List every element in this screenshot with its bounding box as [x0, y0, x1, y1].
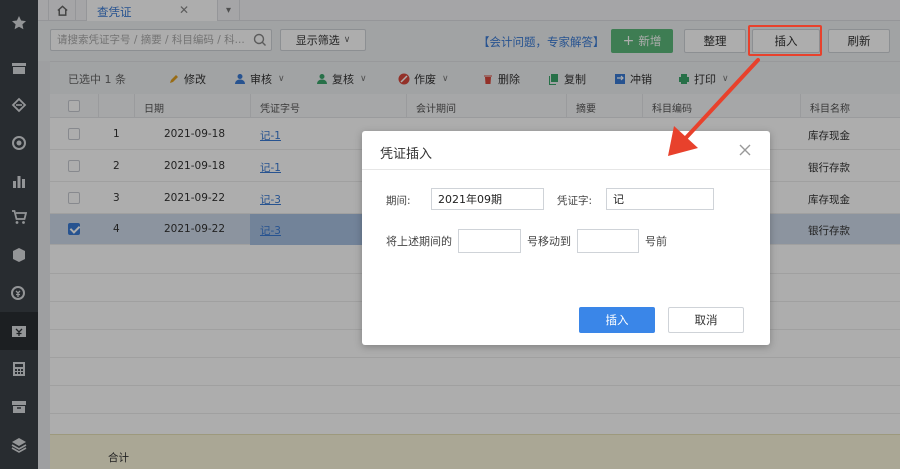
- period-field[interactable]: [431, 188, 544, 210]
- period-label: 期间:: [386, 195, 411, 207]
- dialog-title: 凭证插入: [380, 147, 433, 162]
- move-suffix-label: 号前: [645, 235, 667, 248]
- annotation-highlight-box: [748, 25, 822, 56]
- voucher-insert-dialog: 凭证插入 期间: 凭证字: 将上述期间的 号移动到 号前 插入 取消: [362, 131, 770, 345]
- dialog-divider: [362, 169, 770, 170]
- move-to-number-field[interactable]: [577, 229, 639, 253]
- dialog-insert-button[interactable]: 插入: [579, 307, 655, 333]
- dialog-cancel-button[interactable]: 取消: [668, 307, 744, 333]
- voucher-word-label: 凭证字:: [557, 195, 593, 207]
- move-middle-label: 号移动到: [527, 235, 571, 248]
- close-icon[interactable]: [738, 143, 752, 157]
- voucher-word-field[interactable]: [606, 188, 714, 210]
- move-prefix-label: 将上述期间的: [386, 235, 452, 248]
- move-from-number-field[interactable]: [458, 229, 521, 253]
